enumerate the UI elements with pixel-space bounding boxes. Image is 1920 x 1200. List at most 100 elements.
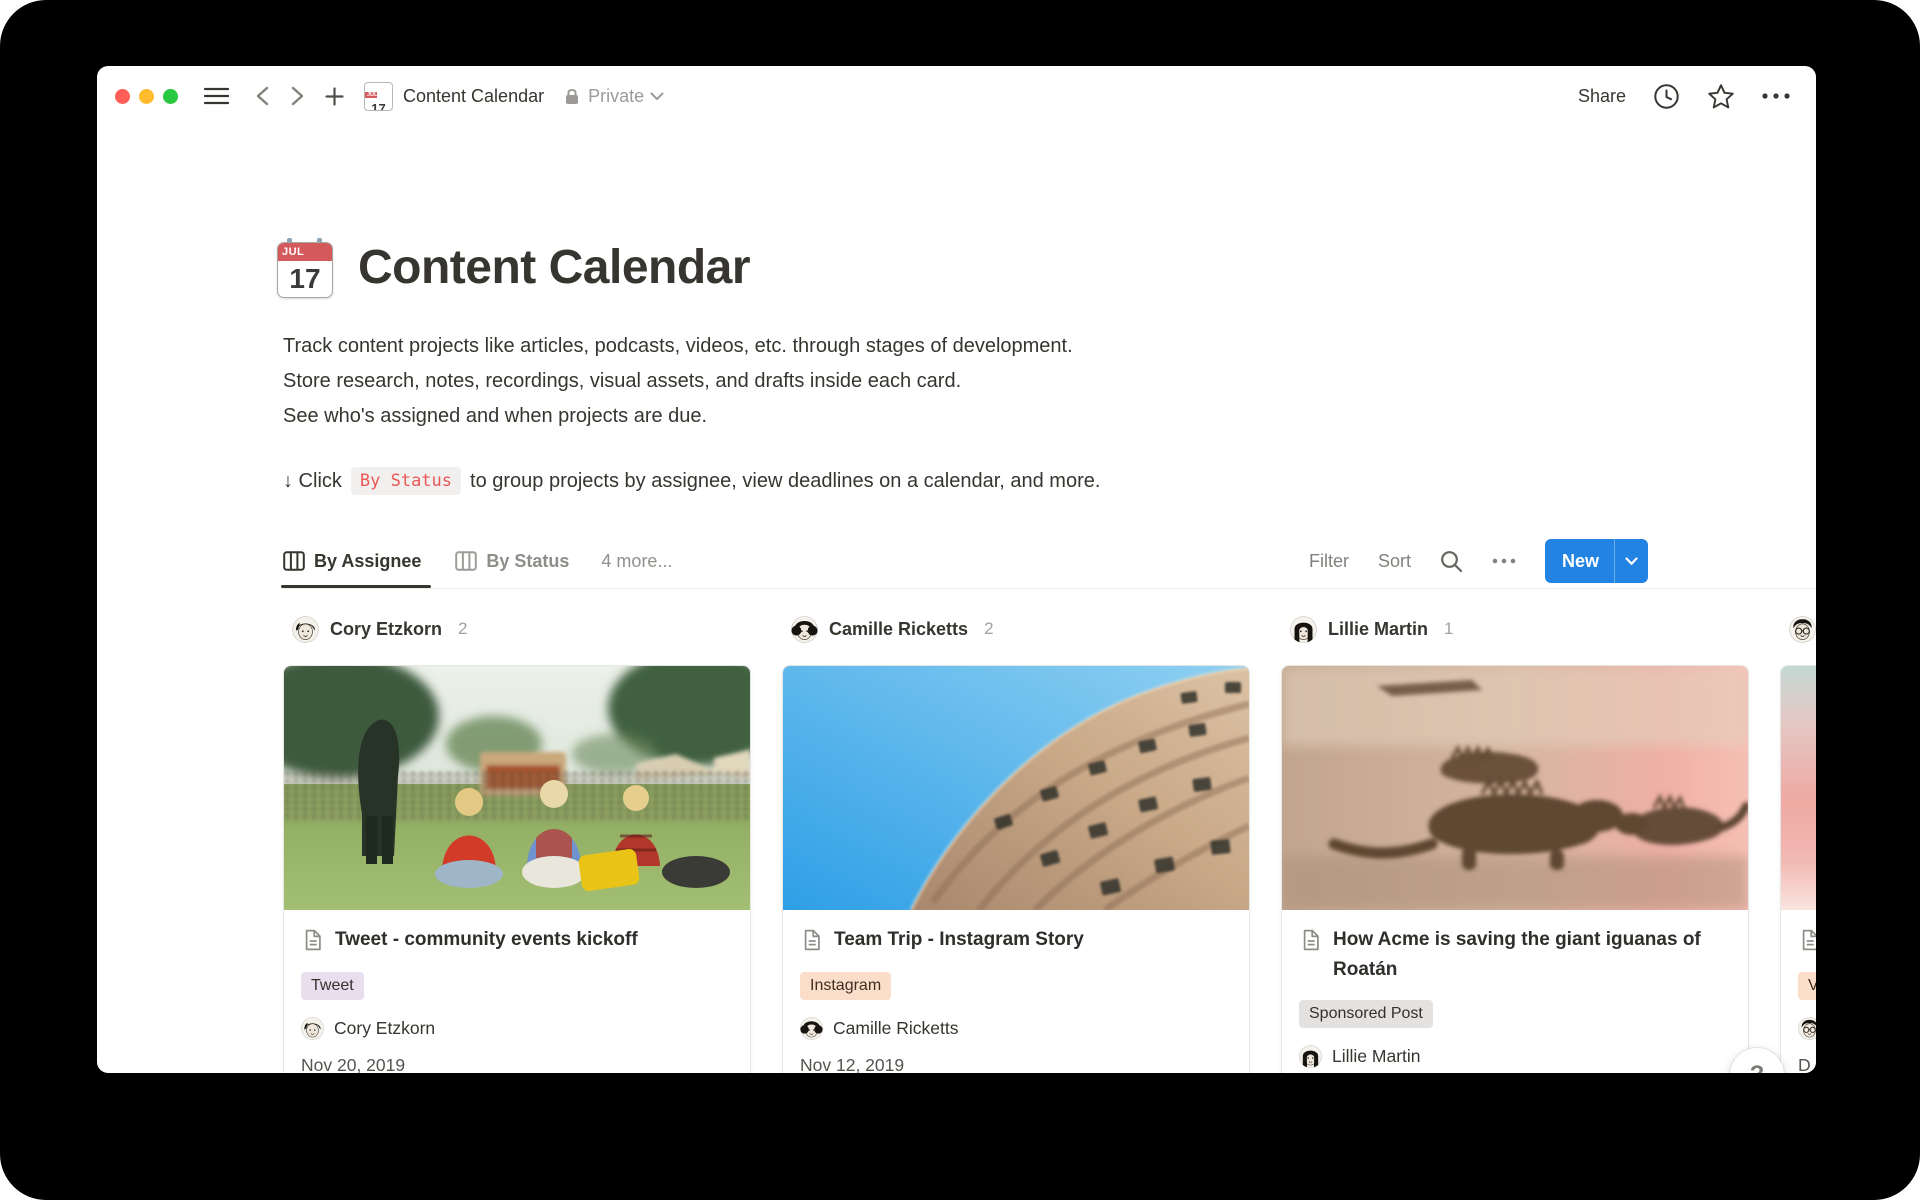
card-tag: Sponsored Post — [1299, 1000, 1433, 1028]
hint-suffix: to group projects by assignee, view dead… — [470, 470, 1100, 493]
card-title: Team Trip - Instagram Story — [834, 925, 1084, 955]
breadcrumb-page-calendar-icon: JUL 17 — [364, 82, 393, 111]
board-column: Cory Etzkorn 2 Tweet - community events ki… — [283, 614, 749, 1073]
inline-code-by-status: By Status — [351, 467, 461, 495]
lock-icon — [563, 86, 581, 106]
new-dropdown-chevron-icon[interactable] — [1615, 539, 1648, 583]
board-column-header[interactable]: Camille Ricketts2 — [791, 614, 1248, 644]
favorite-star-icon[interactable] — [1707, 83, 1735, 110]
page-content: JUL 17 Content Calendar Track content pr… — [97, 126, 1816, 1073]
more-options-icon[interactable] — [1762, 93, 1790, 99]
board-card[interactable]: How Acme is saving the giant iguanas of … — [1281, 665, 1749, 1073]
view-controls: Filter Sort New — [1309, 539, 1648, 583]
view-options-icon[interactable] — [1492, 558, 1516, 564]
column-assignee-name: Cory Etzkorn — [330, 619, 442, 640]
column-card-count: 2 — [458, 619, 467, 639]
assignee-avatar — [791, 616, 818, 643]
column-assignee-name: Camille Ricketts — [829, 619, 968, 640]
filter-button[interactable]: Filter — [1309, 551, 1349, 572]
tab-label: By Status — [486, 551, 569, 572]
assignee-name: Camille Ricketts — [833, 1018, 958, 1039]
board-column: Camille Ricketts2 Team Trip - Instagram S… — [782, 614, 1248, 1073]
close-window-button[interactable] — [115, 89, 130, 104]
description-line: Track content projects like articles, po… — [283, 329, 1073, 364]
tab-by-assignee[interactable]: By Assignee — [283, 534, 421, 588]
calendar-icon-month: JUL — [278, 243, 332, 261]
updates-clock-icon[interactable] — [1653, 83, 1680, 110]
window-controls — [115, 89, 178, 104]
page-doc-icon — [1798, 928, 1816, 957]
card-date: Nov 12, 2019 — [800, 1055, 1231, 1073]
more-views-link[interactable]: 4 more... — [601, 551, 672, 572]
card-title: Tweet - community events kickoff — [335, 925, 638, 955]
card-cover-image — [1282, 666, 1748, 910]
description-line: See who's assigned and when projects are… — [283, 399, 1073, 434]
calendar-body: JUL 17 — [277, 242, 333, 298]
calendar-icon-day: 17 — [278, 261, 332, 297]
assignee-avatar — [1290, 616, 1317, 643]
page-doc-icon — [301, 928, 325, 957]
board-view-icon — [455, 551, 477, 571]
notion-window: JUL 17 Content Calendar Private Share — [97, 66, 1816, 1073]
views-toolbar: By Assignee By Status 4 more... Filter S… — [283, 534, 1648, 588]
card-body: Team Trip - Instagram Story Instagram Cami… — [783, 910, 1249, 1073]
board-column-header[interactable]: Lillie Martin1 — [1290, 614, 1747, 644]
page-calendar-emoji-icon[interactable]: JUL 17 — [275, 238, 335, 298]
share-button[interactable]: Share — [1578, 86, 1626, 107]
card-tag: Instagram — [800, 972, 891, 1000]
board-view-icon — [283, 551, 305, 571]
tabs-divider — [283, 588, 1816, 589]
column-assignee-name: Lillie Martin — [1328, 619, 1428, 640]
minimize-window-button[interactable] — [139, 89, 154, 104]
card-body: Tweet - community events kickoff Tweet Cor… — [284, 910, 750, 1073]
nav-back-icon[interactable] — [256, 86, 269, 106]
hint-prefix: ↓ Click — [283, 470, 342, 493]
assignee-avatar — [800, 1017, 823, 1040]
zoom-window-button[interactable] — [163, 89, 178, 104]
card-assignee: Camille Ricketts — [800, 1017, 1231, 1040]
board-card[interactable]: VD — [1780, 665, 1816, 1073]
hint-callout: ↓ Click By Status to group projects by a… — [283, 467, 1100, 495]
card-assignee — [1798, 1017, 1816, 1040]
privacy-chevron-down-icon[interactable] — [650, 92, 664, 101]
sidebar-menu-icon[interactable] — [204, 86, 229, 106]
assignee-avatar — [1798, 1017, 1816, 1040]
assignee-avatar — [301, 1017, 324, 1040]
card-tag: Tweet — [301, 972, 364, 1000]
card-tag: V — [1798, 972, 1816, 1000]
new-button-group: New — [1545, 539, 1648, 583]
assignee-avatar — [1789, 616, 1816, 643]
page-doc-icon — [800, 928, 824, 957]
page-title: Content Calendar — [358, 240, 750, 295]
board-card[interactable]: Tweet - community events kickoff Tweet Cor… — [283, 665, 751, 1073]
calendar-icon-month: JUL — [365, 92, 377, 98]
tab-label: By Assignee — [314, 551, 421, 572]
screenshot-background: JUL 17 Content Calendar Private Share — [0, 0, 1920, 1200]
tab-by-status[interactable]: By Status — [455, 534, 569, 588]
page-description: Track content projects like articles, po… — [283, 329, 1073, 434]
new-page-plus-icon[interactable] — [325, 87, 344, 106]
assignee-name: Lillie Martin — [1332, 1046, 1421, 1067]
board-card[interactable]: Team Trip - Instagram Story Instagram Cami… — [782, 665, 1250, 1073]
page-doc-icon — [1299, 928, 1323, 957]
board-column-header[interactable] — [1789, 614, 1816, 644]
card-date: D — [1798, 1055, 1816, 1073]
breadcrumb-page-title[interactable]: Content Calendar — [403, 86, 544, 107]
search-icon[interactable] — [1440, 550, 1463, 573]
card-assignee: Cory Etzkorn — [301, 1017, 732, 1040]
board-column-header[interactable]: Cory Etzkorn 2 — [292, 614, 749, 644]
card-assignee: Lillie Martin — [1299, 1045, 1730, 1068]
assignee-name: Cory Etzkorn — [334, 1018, 435, 1039]
new-button[interactable]: New — [1545, 539, 1614, 583]
privacy-label[interactable]: Private — [588, 86, 644, 107]
assignee-avatar — [1299, 1045, 1322, 1068]
board-column: VD — [1780, 614, 1816, 1073]
description-line: Store research, notes, recordings, visua… — [283, 364, 1073, 399]
card-title: How Acme is saving the giant iguanas of … — [1333, 925, 1730, 985]
assignee-avatar — [292, 616, 319, 643]
card-cover-image — [783, 666, 1249, 910]
nav-forward-icon[interactable] — [291, 86, 304, 106]
card-date: Nov 20, 2019 — [301, 1055, 732, 1073]
sort-button[interactable]: Sort — [1378, 551, 1411, 572]
calendar-icon-day: 17 — [365, 101, 392, 111]
